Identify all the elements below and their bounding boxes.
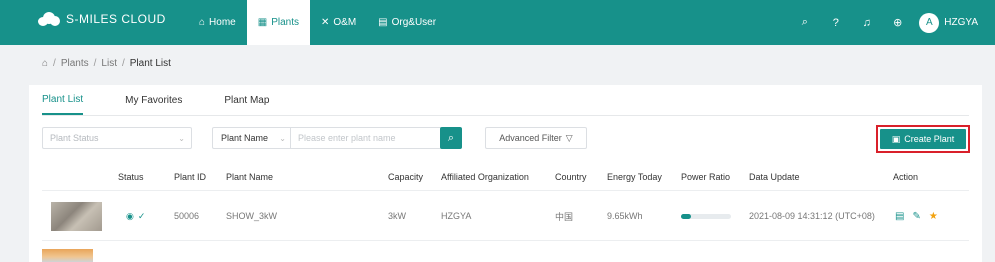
breadcrumb-separator: / [53,58,56,69]
search-icon[interactable]: ⌕ [789,16,820,29]
org-icon: ▤ [378,17,388,28]
create-plant-button[interactable]: ▣ Create Plant [880,129,966,149]
globe-icon[interactable]: ⊕ [882,16,913,29]
nav-om-label: O&M [333,17,357,28]
plant-thumbnail [51,202,102,231]
user-name: HZGYA [944,17,978,28]
app-logo[interactable]: S-MILES CLOUD [38,12,166,26]
power-ratio-cell [681,191,731,241]
plant-list-card: Plant List My Favorites Plant Map Plant … [29,85,982,262]
power-ratio-bar [681,213,731,219]
communication-status-icon: ◉ [126,210,134,221]
nav-om[interactable]: ✕ O&M [310,0,367,45]
table-row[interactable]: ◉ ✓ 50006 SHOW_3kW 3kW HZGYA 中国 9.65kWh … [42,191,969,241]
column-plant-name: Plant Name [226,172,274,182]
column-energy-today: Energy Today [607,172,662,182]
filter-icon: ▽ [565,132,573,143]
plant-thumbnail [42,249,93,262]
plant-status-placeholder: Plant Status [50,133,99,143]
breadcrumb-current: Plant List [129,58,171,69]
breadcrumb-list[interactable]: List [101,58,117,69]
column-country: Country [555,172,587,182]
column-organization: Affiliated Organization [441,172,529,182]
home-breadcrumb-icon[interactable]: ⌂ [42,58,48,69]
plant-name-input[interactable]: Please enter plant name [291,133,445,143]
tab-bar: Plant List My Favorites Plant Map [42,85,311,115]
column-status: Status [118,172,144,182]
breadcrumb: ⌂ / Plants / List / Plant List [42,58,171,69]
bell-icon[interactable]: ♫ [851,17,882,29]
top-right-tools: ⌕ ? ♫ ⊕ A HZGYA [789,0,995,45]
plant-id-cell: 50006 [174,211,200,221]
breadcrumb-separator: / [121,58,125,69]
create-plant-icon: ▣ [891,133,901,144]
tab-plant-list[interactable]: Plant List [42,85,84,115]
energy-today-cell: 9.65kWh [607,211,643,221]
tab-my-favorites[interactable]: My Favorites [125,85,182,115]
capacity-cell: 3kW [388,211,406,221]
search-icon: ⌕ [447,131,455,144]
tools-icon: ✕ [320,17,330,28]
nav-plants-label: Plants [271,17,299,28]
search-field-label: Plant Name [221,133,269,143]
nav-home-label: Home [209,17,236,28]
edit-icon[interactable]: ✎ [912,211,920,222]
nav-org-user-label: Org&User [391,17,437,28]
create-plant-highlight: ▣ Create Plant [876,125,970,153]
create-plant-label: Create Plant [904,134,955,144]
breadcrumb-plants[interactable]: Plants [61,58,89,69]
advanced-filter-button[interactable]: Advanced Filter ▽ [485,127,587,149]
top-navigation-bar: S-MILES CLOUD ⌂ Home ▦ Plants ✕ O&M ▤ Or… [0,0,995,45]
home-icon: ⌂ [199,17,206,28]
plant-search-group: Plant Name ⌄ Please enter plant name [212,127,446,149]
tab-divider [42,115,969,116]
column-action: Action [893,172,919,182]
column-power-ratio: Power Ratio [681,172,731,182]
action-cell: ▤ ✎ ★ [895,191,946,241]
help-icon[interactable]: ? [820,17,851,29]
column-capacity: Capacity [388,172,424,182]
plant-name-cell[interactable]: SHOW_3kW [226,191,277,241]
avatar: A [919,12,940,33]
tab-plant-map[interactable]: Plant Map [224,85,269,115]
user-menu[interactable]: A HZGYA [919,12,978,33]
plants-icon: ▦ [257,17,268,28]
chevron-down-icon: ⌄ [178,133,185,143]
data-update-cell: 2021-08-09 14:31:12 (UTC+08) [749,211,875,221]
chevron-down-icon: ⌄ [279,133,286,143]
nav-org-user[interactable]: ▤ Org&User [367,0,447,45]
organization-cell: HZGYA [441,211,472,221]
advanced-filter-label: Advanced Filter [499,133,562,143]
country-cell: 中国 [555,211,574,222]
status-cell: ◉ ✓ [126,191,149,241]
column-data-update: Data Update [749,172,800,182]
search-field-select[interactable]: Plant Name ⌄ [213,128,291,148]
nav-home[interactable]: ⌂ Home [188,0,247,45]
search-button[interactable]: ⌕ [440,127,462,149]
breadcrumb-separator: / [93,58,97,69]
favorite-star-icon[interactable]: ★ [929,211,938,222]
column-plant-id: Plant ID [174,172,207,182]
table-header: Status Plant ID Plant Name Capacity Affi… [42,163,969,191]
plant-status-select[interactable]: Plant Status ⌄ [42,127,192,149]
cloud-logo-icon [38,12,60,26]
main-nav: ⌂ Home ▦ Plants ✕ O&M ▤ Org&User [188,0,447,45]
app-name: S-MILES CLOUD [66,12,166,26]
alarm-status-icon: ✓ [137,210,146,221]
detail-icon[interactable]: ▤ [895,211,904,222]
power-ratio-fill [681,213,691,219]
nav-plants[interactable]: ▦ Plants [246,0,310,45]
